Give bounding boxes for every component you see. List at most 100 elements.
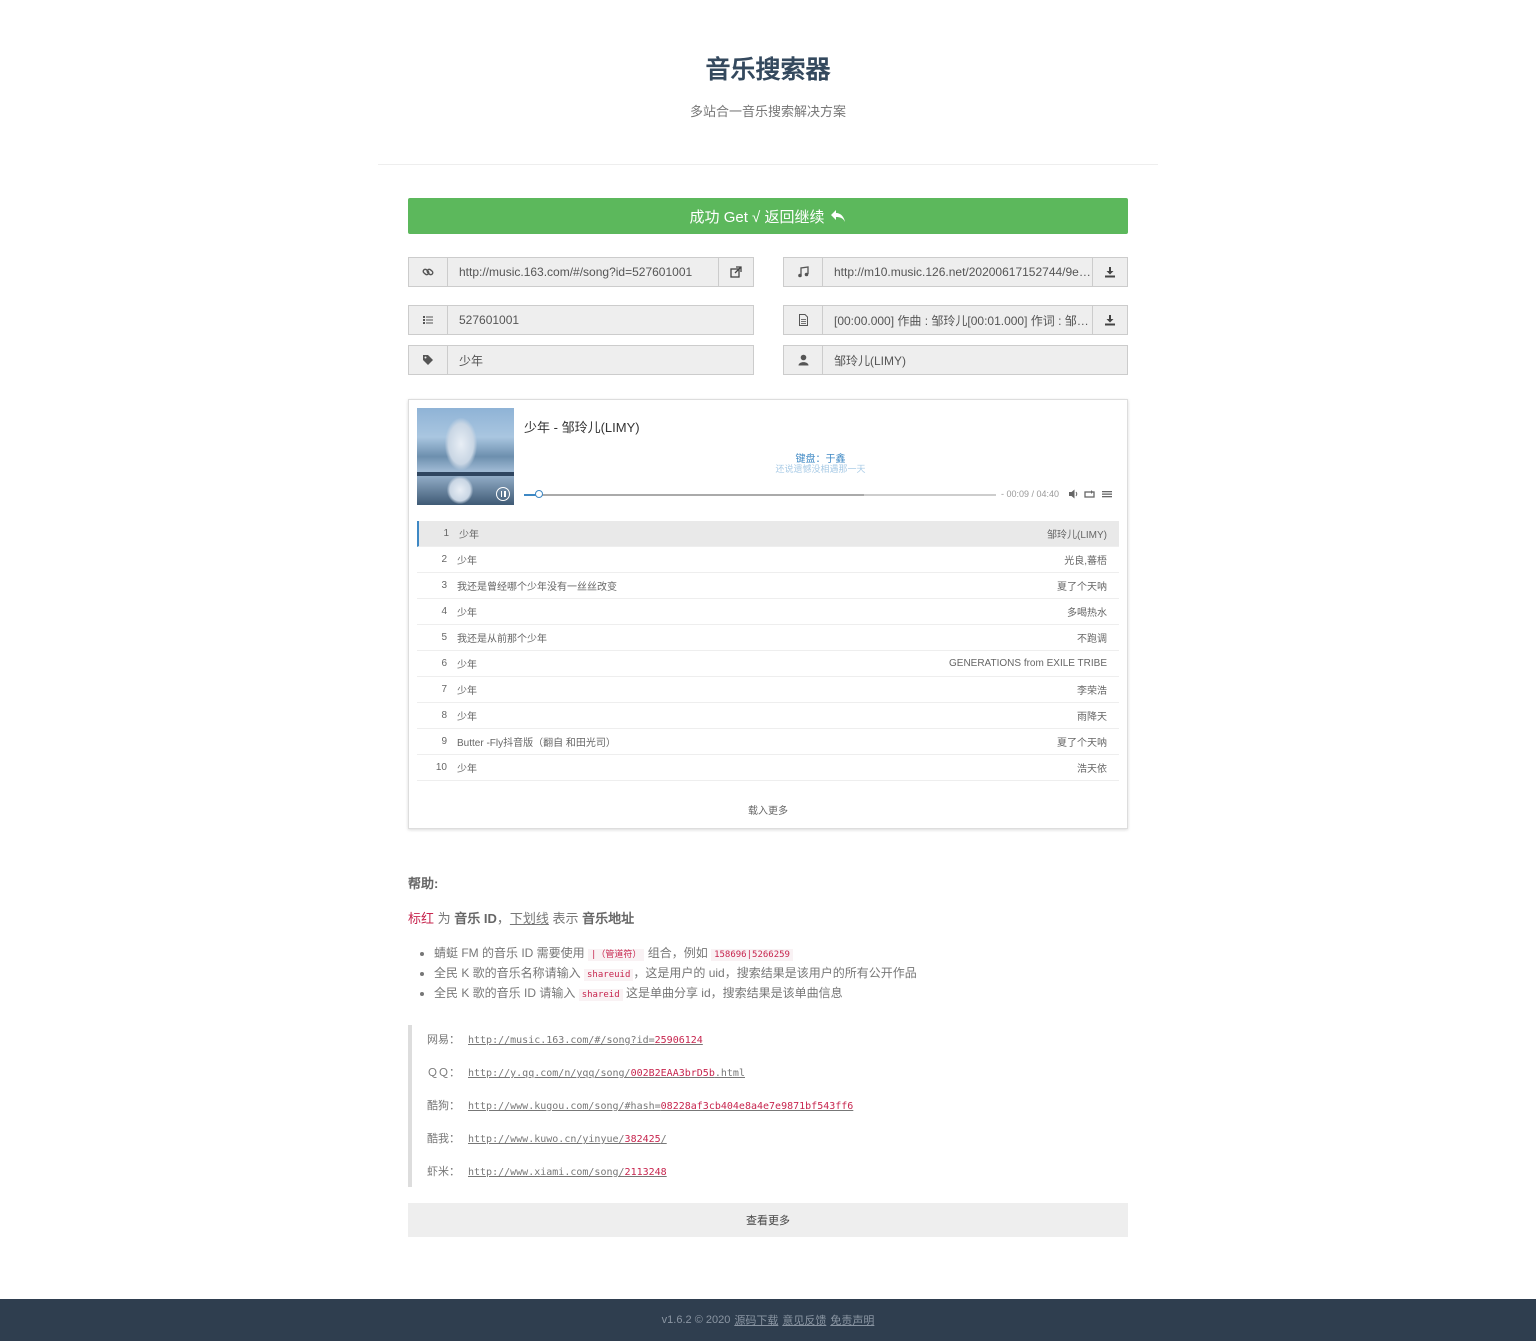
track-name: 少年 [457,764,477,775]
track-artist: 浩天依 [1077,764,1107,775]
name-field-group: 少年 [408,345,754,375]
example-links: 网易： http://music.163.com/#/song?id=259061… [408,1025,1128,1187]
track-index: 10 [435,762,447,773]
track-name: 我还是从前那个少年 [457,634,547,645]
track-index: 7 [441,684,447,695]
link-field-group: http://music.163.com/#/song?id=527601001 [408,257,754,287]
user-icon [784,346,823,374]
playlist-row[interactable]: 3 我还是曾经哪个少年没有一丝丝改变 夏了个天呐 [417,573,1119,599]
track-index: 2 [441,554,447,565]
help-tip: 全民 K 歌的音乐名称请输入 shareuid，这是用户的 uid，搜索结果是该… [434,964,917,984]
track-name: 少年 [457,608,477,619]
playlist-row[interactable]: 4 少年 多喝热水 [417,599,1119,625]
example-kugou: 酷狗： http://www.kugou.com/song/#hash=08228… [427,1100,854,1112]
help-tips: 蜻蜓 FM 的音乐 ID 需要使用 |（管道符） 组合，例如 158696|52… [418,944,917,1004]
playlist-row[interactable]: 5 我还是从前那个少年 不跑调 [417,625,1119,651]
load-more-button[interactable]: 载入更多 [409,802,1127,817]
external-link-icon[interactable] [718,258,753,286]
track-artist: 夏了个天呐 [1057,582,1107,593]
author-input[interactable]: 邹玲儿(LIMY) [823,346,1127,374]
track-name: 少年 [457,660,477,671]
page-subtitle: 多站合一音乐搜索解决方案 [689,104,846,119]
track-artist: 多喝热水 [1067,608,1107,619]
track-name: 我还是曾经哪个少年没有一丝丝改变 [457,582,617,593]
list-icon [409,306,448,334]
help-tip: 蜻蜓 FM 的音乐 ID 需要使用 |（管道符） 组合，例如 158696|52… [434,944,917,964]
track-name: 少年 [457,686,477,697]
view-more-button[interactable]: 查看更多 [408,1203,1128,1237]
example-qq: ＱＱ： http://y.qq.com/n/yqq/song/002B2EAA3b… [427,1067,745,1079]
track-artist: 李荣浩 [1077,686,1107,697]
track-index: 9 [441,736,447,747]
disclaimer-link[interactable]: 免责声明 [830,1312,874,1328]
pause-icon[interactable] [496,487,510,501]
track-index: 1 [443,528,449,539]
track-name: 少年 [457,556,477,567]
footer-version: v1.6.2 © 2020 [661,1314,731,1326]
name-input[interactable]: 少年 [448,346,753,374]
example-link[interactable]: http://music.163.com/#/song?id=25906124 [468,1035,703,1046]
progress-bar[interactable] [524,490,996,498]
volume-icon[interactable] [1069,489,1079,499]
success-button-label: 成功 Get √ 返回继续 [689,208,825,226]
help-title: 帮助: [408,876,439,891]
track-index: 3 [441,580,447,591]
playlist-row[interactable]: 1 少年 邹玲儿(LIMY) [417,521,1119,547]
tag-icon [409,346,448,374]
playlist-row[interactable]: 7 少年 李荣浩 [417,677,1119,703]
playlist-row[interactable]: 2 少年 光良,蕃梧 [417,547,1119,573]
help-tip: 全民 K 歌的音乐 ID 请输入 shareid 这是单曲分享 id，搜索结果是… [434,984,917,1004]
author-field-group: 邹玲儿(LIMY) [783,345,1128,375]
playlist-row[interactable]: 9 Butter -Fly抖音版（翻自 和田光司） 夏了个天呐 [417,729,1119,755]
footer: v1.6.2 © 2020 源码下载 意见反馈 免责声明 [0,1299,1536,1341]
feedback-link[interactable]: 意见反馈 [782,1312,826,1328]
loop-icon[interactable] [1084,489,1095,499]
playlist-row[interactable]: 6 少年 GENERATIONS from EXILE TRIBE [417,651,1119,677]
reply-icon [830,209,846,223]
example-kuwo: 酷我： http://www.kuwo.cn/yinyue/382425/ [427,1133,667,1145]
success-return-button[interactable]: 成功 Get √ 返回继续 [408,198,1128,234]
music-player: 少年 - 邹玲儿(LIMY) 键盘：于鑫 还说遗憾没相遇那一天 - 00:09 … [408,399,1128,829]
track-index: 8 [441,710,447,721]
example-xiami: 虾米： http://www.xiami.com/song/2113248 [427,1166,667,1178]
track-artist: 夏了个天呐 [1057,738,1107,749]
url-field-group: http://m10.music.126.net/20200617152744/… [783,257,1128,287]
track-index: 6 [441,658,447,669]
example-link[interactable]: http://www.xiami.com/song/2113248 [468,1167,667,1178]
track-name: 少年 [457,712,477,723]
track-index: 5 [441,632,447,643]
lrc-input[interactable]: [00:00.000] 作曲 : 邹玲儿[00:01.000] 作词 : 邹玲.… [823,306,1092,334]
id-input[interactable]: 527601001 [448,306,753,334]
track-name: Butter -Fly抖音版（翻自 和田光司） [457,738,616,749]
progress-thumb[interactable] [535,490,544,498]
track-artist: 光良,蕃梧 [1064,556,1107,567]
help-legend: 标红 为 音乐 ID，下划线 表示 音乐地址 [408,911,635,926]
track-artist: 邹玲儿(LIMY) [1047,530,1107,541]
player-time: - 00:09 / 04:40 [1001,489,1060,499]
menu-icon[interactable] [1102,489,1112,499]
track-index: 4 [441,606,447,617]
page-title: 音乐搜索器 [705,56,831,84]
music-icon [784,258,823,286]
track-name: 少年 [459,530,479,541]
playlist-row[interactable]: 10 少年 浩天依 [417,755,1119,781]
example-link[interactable]: http://www.kugou.com/song/#hash=08228af3… [468,1101,853,1112]
track-artist: GENERATIONS from EXILE TRIBE [949,658,1107,669]
track-artist: 雨降天 [1077,712,1107,723]
download-icon[interactable] [1092,306,1127,334]
lyric-next: 还说遗憾没相遇那一天 [775,464,866,474]
example-link[interactable]: http://www.kuwo.cn/yinyue/382425/ [468,1134,667,1145]
player-song-title: 少年 - 邹玲儿(LIMY) [524,420,640,435]
divider [378,164,1158,165]
link-input[interactable]: http://music.163.com/#/song?id=527601001 [448,258,718,286]
lrc-field-group: [00:00.000] 作曲 : 邹玲儿[00:01.000] 作词 : 邹玲.… [783,305,1128,335]
example-link[interactable]: http://y.qq.com/n/yqq/song/002B2EAA3brD5… [468,1068,745,1079]
url-input[interactable]: http://m10.music.126.net/20200617152744/… [823,258,1092,286]
file-icon [784,306,823,334]
source-download-link[interactable]: 源码下载 [734,1312,778,1328]
link-icon [409,258,448,286]
album-cover[interactable] [417,408,514,505]
download-icon[interactable] [1092,258,1127,286]
playlist: 1 少年 邹玲儿(LIMY) 2 少年 光良,蕃梧 3 我还是曾经哪个少年没有一丝丝改变 夏了个… [417,521,1119,781]
playlist-row[interactable]: 8 少年 雨降天 [417,703,1119,729]
